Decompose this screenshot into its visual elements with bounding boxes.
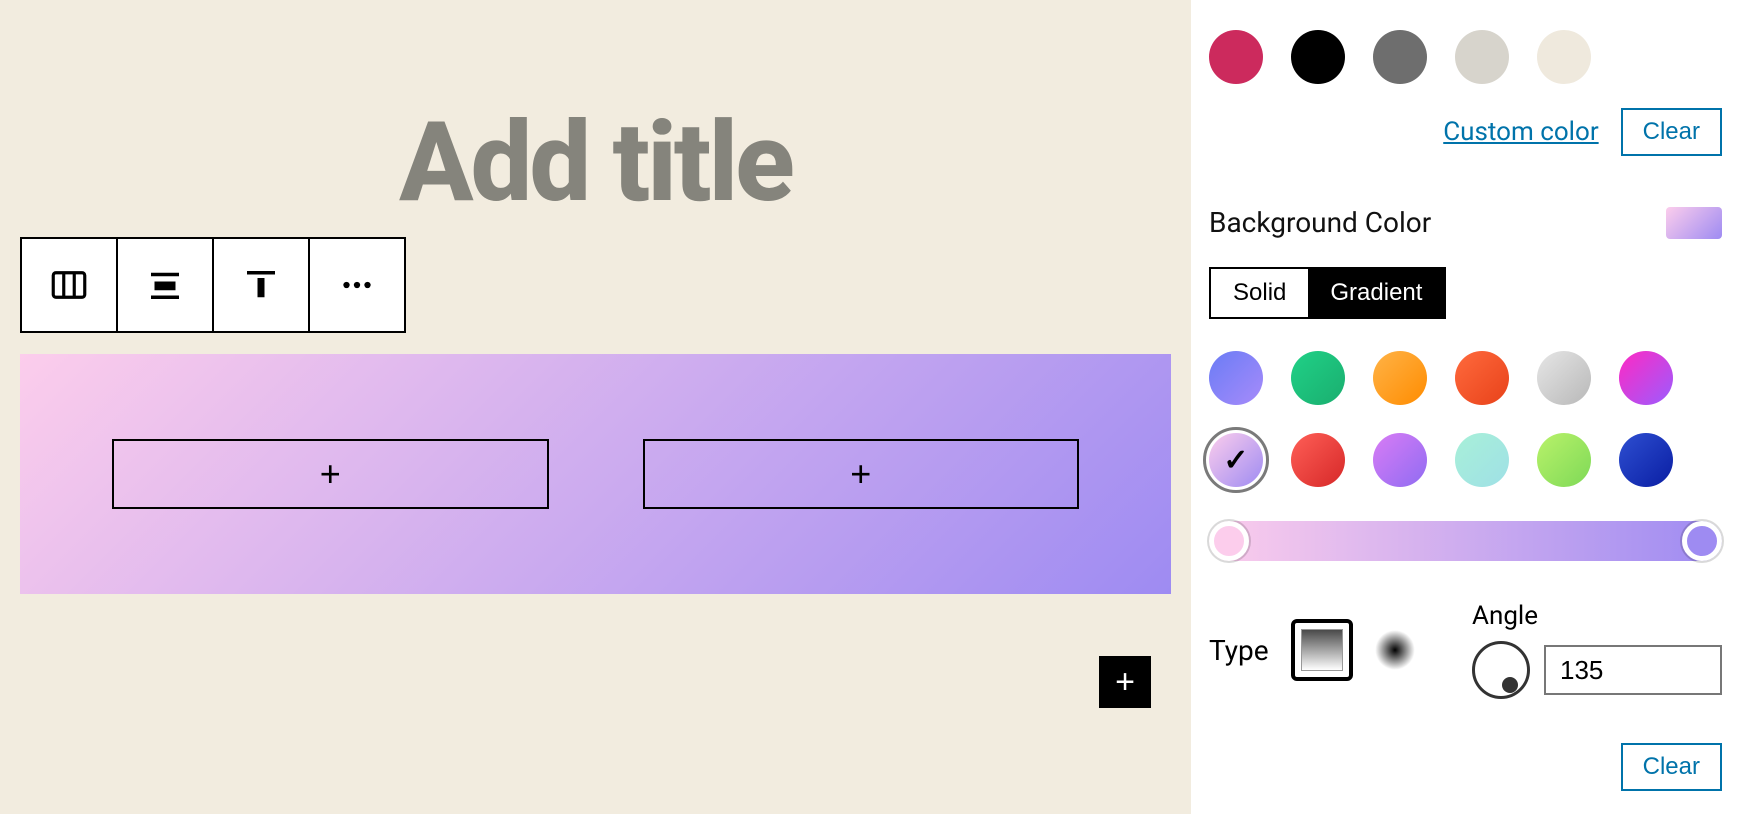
gradient-preset-10[interactable]	[1537, 433, 1591, 487]
vertical-align-button[interactable]	[212, 237, 310, 333]
gradient-type-label: Type	[1209, 634, 1269, 667]
gradient-preset-5[interactable]	[1619, 351, 1673, 405]
solid-tab[interactable]: Solid	[1211, 269, 1308, 317]
settings-sidebar: Custom color Clear Background Color Soli…	[1191, 0, 1742, 814]
background-preview-swatch	[1666, 207, 1722, 239]
columns-icon	[48, 264, 90, 306]
angle-dial[interactable]	[1472, 641, 1530, 699]
angle-input[interactable]	[1544, 645, 1722, 695]
angle-dial-indicator	[1502, 677, 1518, 693]
text-color-swatch-2[interactable]	[1373, 30, 1427, 84]
gradient-preset-0[interactable]	[1209, 351, 1263, 405]
gradient-stop-2[interactable]	[1682, 521, 1722, 561]
gradient-preset-2[interactable]	[1373, 351, 1427, 405]
gradient-preset-3[interactable]	[1455, 351, 1509, 405]
post-title-placeholder[interactable]: Add title	[20, 108, 1171, 218]
align-top-icon	[240, 264, 282, 306]
gradient-stop-1[interactable]	[1209, 521, 1249, 561]
clear-text-color-button[interactable]: Clear	[1621, 108, 1722, 156]
gradient-preset-7[interactable]	[1291, 433, 1345, 487]
text-color-swatch-3[interactable]	[1455, 30, 1509, 84]
column-appender-1[interactable]: +	[112, 439, 549, 509]
gradient-bar-track	[1209, 521, 1722, 561]
text-color-swatch-4[interactable]	[1537, 30, 1591, 84]
add-block-button[interactable]: +	[1099, 656, 1151, 708]
text-color-swatch-1[interactable]	[1291, 30, 1345, 84]
angle-label: Angle	[1472, 601, 1722, 631]
background-color-label: Background Color	[1209, 206, 1431, 239]
columns-block[interactable]: + +	[20, 354, 1171, 594]
gradient-preset-1[interactable]	[1291, 351, 1345, 405]
gradient-preset-11[interactable]	[1619, 433, 1673, 487]
gradient-preset-9[interactable]	[1455, 433, 1509, 487]
gradient-preset-4[interactable]	[1537, 351, 1591, 405]
gradient-preset-6[interactable]	[1209, 433, 1263, 487]
linear-gradient-icon	[1301, 629, 1343, 671]
more-options-button[interactable]	[308, 237, 406, 333]
columns-block-button[interactable]	[20, 237, 118, 333]
text-color-swatch-0[interactable]	[1209, 30, 1263, 84]
text-color-swatches	[1209, 30, 1722, 84]
editor-canvas: Add title	[0, 0, 1191, 814]
align-button[interactable]	[116, 237, 214, 333]
radial-gradient-button[interactable]	[1375, 630, 1415, 670]
linear-gradient-button[interactable]	[1291, 619, 1353, 681]
block-toolbar	[20, 237, 406, 333]
gradient-tab[interactable]: Gradient	[1308, 269, 1444, 317]
gradient-presets	[1209, 351, 1699, 487]
align-center-icon	[144, 264, 186, 306]
gradient-bar[interactable]	[1209, 521, 1722, 561]
clear-background-button[interactable]: Clear	[1621, 743, 1722, 791]
gradient-preset-8[interactable]	[1373, 433, 1427, 487]
color-mode-toggle: Solid Gradient	[1209, 267, 1446, 319]
custom-color-link[interactable]: Custom color	[1443, 117, 1598, 147]
ellipsis-icon	[336, 264, 378, 306]
column-appender-2[interactable]: +	[643, 439, 1080, 509]
